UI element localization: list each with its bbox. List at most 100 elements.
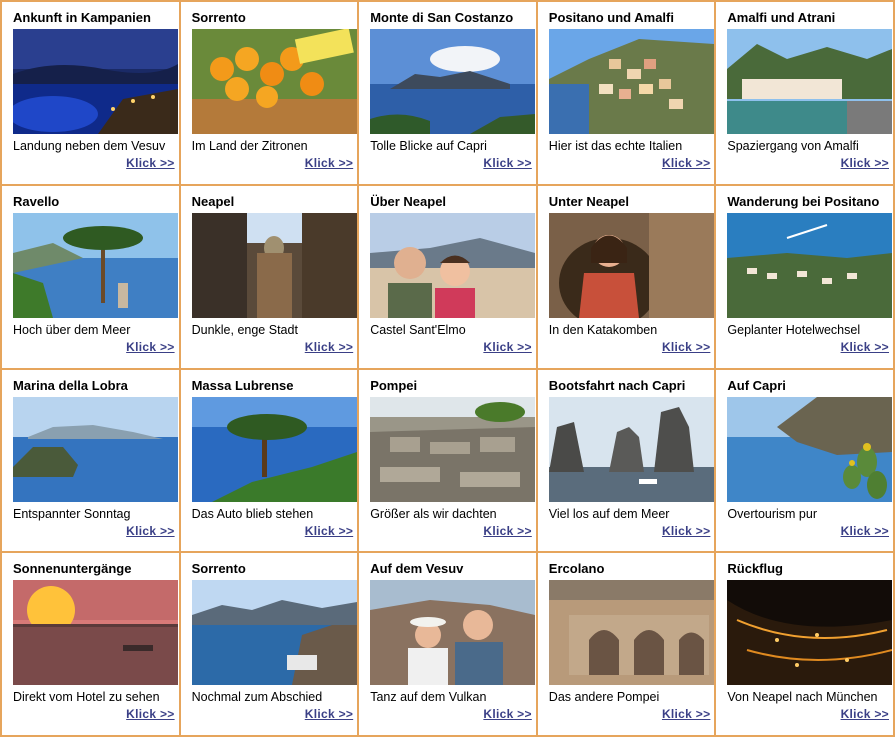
klick-link[interactable]: Klick >>	[483, 156, 531, 170]
klick-link[interactable]: Klick >>	[305, 340, 353, 354]
gallery-grid: Ankunft in Kampanien Landung neben dem V…	[0, 0, 895, 737]
gallery-tile: Wanderung bei Positano Geplanter Hotelwe…	[716, 185, 893, 368]
gallery-tile: Massa Lubrense Das Auto blieb stehen Klic…	[180, 369, 358, 552]
tile-caption: Geplanter Hotelwechsel	[727, 322, 861, 337]
tile-photo[interactable]	[13, 580, 178, 686]
gallery-tile: Über Neapel Castel Sant'Elmo Klick >>	[359, 185, 536, 368]
klick-link[interactable]: Klick >>	[126, 524, 174, 538]
gallery-tile: Sonnenuntergänge Direkt vom Hotel zu seh…	[2, 553, 179, 735]
gallery-tile: Monte di San Costanzo Tolle Blicke auf C…	[359, 2, 536, 184]
tile-photo[interactable]	[370, 29, 536, 134]
tile-caption: Tolle Blicke auf Capri	[370, 139, 487, 153]
tile-title: Bootsfahrt nach Capri	[548, 377, 686, 393]
tile-photo[interactable]	[191, 29, 357, 134]
klick-link[interactable]: Klick >>	[126, 156, 174, 170]
klick-link[interactable]: Klick >>	[841, 707, 889, 721]
klick-link[interactable]: Klick >>	[305, 524, 353, 538]
gallery-tile: Positano und Amalfi Hier ist das echte I…	[537, 2, 715, 184]
tile-caption: Das andere Pompei	[548, 690, 660, 705]
klick-link[interactable]: Klick >>	[483, 524, 531, 538]
tile-photo[interactable]	[13, 396, 178, 502]
gallery-tile: Ercolano Das andere Pompei Klick >>	[537, 553, 715, 735]
gallery-tile: Amalfi und Atrani Spaziergang von Amalfi…	[716, 2, 893, 184]
klick-link[interactable]: Klick >>	[662, 156, 710, 170]
klick-link[interactable]: Klick >>	[483, 340, 531, 354]
tile-title: Sonnenuntergänge	[13, 561, 132, 577]
klick-link[interactable]: Klick >>	[841, 524, 889, 538]
gallery-tile: Sorrento Im Land der Zitronen Klick >>	[180, 2, 358, 184]
klick-link[interactable]: Klick >>	[662, 524, 710, 538]
tile-caption: Castel Sant'Elmo	[370, 322, 466, 337]
tile-title: Positano und Amalfi	[548, 10, 674, 25]
tile-photo[interactable]	[727, 212, 893, 318]
klick-link[interactable]: Klick >>	[662, 707, 710, 721]
tile-caption: Tanz auf dem Vulkan	[370, 690, 487, 705]
tile-caption: Overtourism pur	[727, 506, 817, 521]
tile-photo[interactable]	[727, 580, 893, 686]
gallery-tile: Auf Capri Overtourism pur Klick >>	[716, 369, 893, 552]
gallery-tile: Unter Neapel In den Katakomben Klick >>	[537, 185, 715, 368]
tile-caption: Hoch über dem Meer	[13, 322, 131, 337]
tile-title: Auf Capri	[727, 377, 786, 393]
klick-link[interactable]: Klick >>	[126, 340, 174, 354]
tile-title: Rückflug	[727, 561, 784, 577]
tile-title: Sorrento	[191, 10, 246, 25]
tile-photo[interactable]	[370, 396, 536, 502]
tile-photo[interactable]	[548, 396, 714, 502]
tile-title: Neapel	[191, 193, 235, 209]
gallery-tile: Neapel Dunkle, enge Stadt Klick >>	[180, 185, 358, 368]
tile-photo[interactable]	[191, 212, 357, 318]
klick-link[interactable]: Klick >>	[126, 707, 174, 721]
klick-link[interactable]: Klick >>	[305, 156, 353, 170]
tile-title: Ercolano	[548, 561, 605, 577]
tile-title: Sorrento	[191, 561, 246, 577]
gallery-tile: Marina della Lobra Entspannter Sonntag Kl…	[2, 369, 179, 552]
klick-link[interactable]: Klick >>	[662, 340, 710, 354]
tile-photo[interactable]	[13, 212, 178, 318]
klick-link[interactable]: Klick >>	[305, 707, 353, 721]
gallery-tile: Auf dem Vesuv Tanz auf dem Vulkan Klick >…	[359, 553, 536, 735]
klick-link[interactable]: Klick >>	[483, 707, 531, 721]
gallery-tile: Bootsfahrt nach Capri Viel los auf dem M…	[537, 369, 715, 552]
tile-photo[interactable]	[191, 396, 357, 502]
gallery-tile: Rückflug Von Neapel nach München Klick >>	[716, 553, 893, 735]
tile-photo[interactable]	[370, 580, 536, 686]
tile-caption: Hier ist das echte Italien	[548, 139, 683, 153]
tile-photo[interactable]	[370, 212, 536, 318]
tile-photo[interactable]	[13, 29, 178, 134]
tile-title: Monte di San Costanzo	[370, 10, 514, 25]
tile-title: Amalfi und Atrani	[727, 10, 836, 25]
tile-title: Ankunft in Kampanien	[13, 10, 151, 25]
tile-caption: Im Land der Zitronen	[191, 139, 308, 153]
tile-title: Unter Neapel	[548, 193, 629, 209]
tile-title: Über Neapel	[370, 193, 447, 209]
tile-caption: Entspannter Sonntag	[13, 506, 131, 521]
tile-caption: Direkt vom Hotel zu sehen	[13, 690, 160, 705]
tile-photo[interactable]	[191, 580, 357, 686]
tile-photo[interactable]	[548, 29, 714, 134]
tile-caption: Viel los auf dem Meer	[548, 506, 670, 521]
tile-photo[interactable]	[548, 212, 714, 318]
tile-caption: Dunkle, enge Stadt	[191, 322, 298, 337]
tile-title: Massa Lubrense	[191, 377, 294, 393]
tile-caption: Landung neben dem Vesuv	[13, 139, 166, 153]
tile-title: Wanderung bei Positano	[727, 193, 880, 209]
klick-link[interactable]: Klick >>	[841, 340, 889, 354]
tile-title: Ravello	[13, 193, 60, 209]
tile-title: Auf dem Vesuv	[370, 561, 464, 577]
tile-caption: Von Neapel nach München	[727, 690, 878, 705]
tile-caption: Größer als wir dachten	[370, 506, 497, 521]
tile-caption: Das Auto blieb stehen	[191, 506, 314, 521]
gallery-tile: Pompei Größer als wir dachten Klick >>	[359, 369, 536, 552]
tile-title: Pompei	[370, 377, 418, 393]
tile-photo[interactable]	[727, 396, 893, 502]
gallery-tile: Ravello Hoch über dem Meer Klick >>	[2, 185, 179, 368]
klick-link[interactable]: Klick >>	[841, 156, 889, 170]
tile-title: Marina della Lobra	[13, 377, 128, 393]
tile-photo[interactable]	[727, 29, 893, 134]
tile-caption: Spaziergang von Amalfi	[727, 139, 859, 153]
tile-caption: Nochmal zum Abschied	[191, 690, 323, 705]
gallery-tile: Ankunft in Kampanien Landung neben dem V…	[2, 2, 179, 184]
tile-photo[interactable]	[548, 580, 714, 686]
gallery-tile: Sorrento Nochmal zum Abschied Klick >>	[180, 553, 358, 735]
